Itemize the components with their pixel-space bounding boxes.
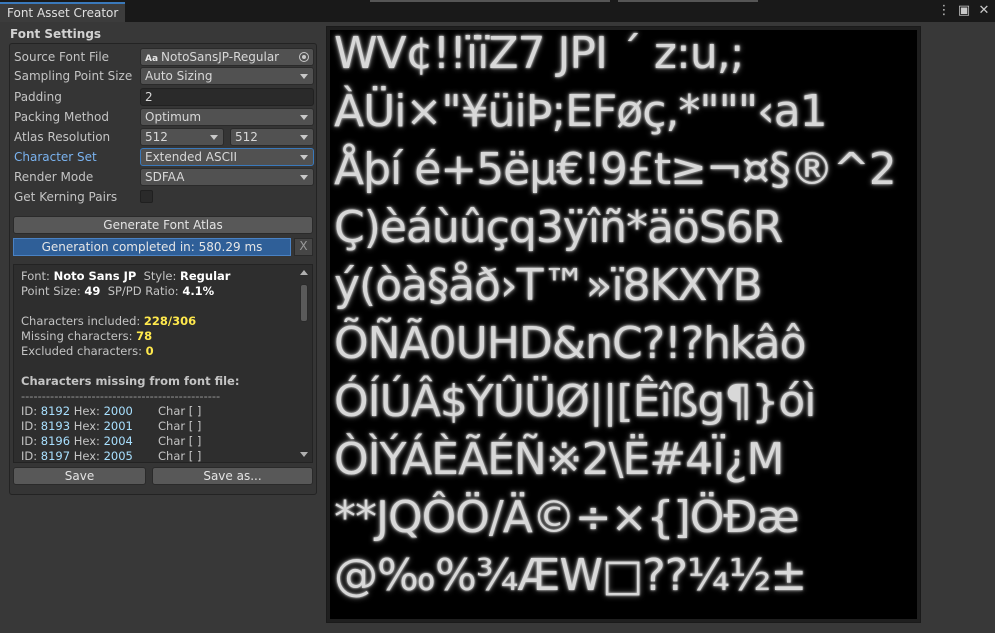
chevron-down-icon — [300, 175, 308, 180]
section-title-font-settings: Font Settings — [10, 27, 102, 41]
packing-method-value: Optimum — [145, 110, 202, 124]
save-as-button[interactable]: Save as... — [152, 467, 313, 485]
character-set-dropdown[interactable]: Extended ASCII — [140, 148, 314, 166]
render-mode-dropdown[interactable]: SDFAA — [140, 168, 314, 186]
tab-strip-indicator — [618, 0, 758, 2]
generation-progress-bar: Generation completed in: 580.29 ms — [13, 238, 291, 256]
padding-label: Padding — [14, 90, 62, 104]
row-sampling-point-size: Sampling Point Size Auto Sizing — [14, 67, 314, 85]
character-set-value: Extended ASCII — [145, 150, 238, 164]
scroll-up-icon[interactable] — [300, 270, 308, 275]
missing-row: ID: 8192 Hex: 2000 Char [ ] — [21, 404, 202, 418]
close-icon[interactable]: ✕ — [977, 3, 991, 19]
row-character-set: Character Set Extended ASCII — [14, 148, 314, 166]
atlas-height-value: 512 — [235, 130, 258, 144]
atlas-height-dropdown[interactable]: 512 — [230, 128, 314, 146]
sampling-point-size-value: Auto Sizing — [145, 69, 213, 83]
maximize-icon[interactable]: ▣ — [957, 3, 971, 19]
row-padding: Padding 2 — [14, 88, 314, 106]
packing-method-label: Packing Method — [14, 110, 109, 124]
atlas-glyph-row: ÓÍÚÂ$ÝÛÜØ||[Êîßg¶}óì — [334, 376, 816, 427]
font-asset-icon: Aa — [145, 54, 159, 64]
row-get-kerning-pairs: Get Kerning Pairs — [14, 188, 314, 206]
atlas-glyph-row: ý(òà§åð›T™»ï8KXYB — [334, 260, 763, 311]
missing-row: ID: 8193 Hex: 2001 Char [ ] — [21, 419, 202, 433]
atlas-glyph-row: Åþí é+5ëµ€!9£t≥¬¤§®^2 — [334, 144, 897, 195]
missing-characters-line: Missing characters: 78 — [21, 329, 153, 343]
source-font-file-field[interactable]: Aa NotoSansJP-Regular — [140, 48, 314, 66]
atlas-glyph-row: WV¢!!ïïZ7 JPI ´ z:u,; — [334, 30, 745, 79]
info-scrollbar[interactable] — [299, 268, 310, 459]
characters-included-line: Characters included: 228/306 — [21, 314, 197, 328]
more-vert-icon[interactable]: ⋮ — [937, 3, 951, 19]
atlas-glyph-row: ÀÜi×"¥üiÞ;EFøç,*"""‹a1 — [334, 86, 828, 137]
point-size-line: Point Size: 49 SP/PD Ratio: 4.1% — [21, 284, 215, 298]
atlas-glyph-row: @‰%¾ÆW□??¼½± — [334, 550, 807, 601]
font-atlas-preview: WV¢!!ïïZ7 JPI ´ z:u,; ÀÜi×"¥üiÞ;EFøç,*""… — [326, 26, 921, 623]
missing-title: Characters missing from font file: — [21, 374, 240, 388]
padding-value: 2 — [145, 90, 153, 104]
scroll-down-icon[interactable] — [300, 452, 308, 457]
font-info-line: Font: Noto Sans JP Style: Regular — [21, 269, 231, 283]
get-kerning-pairs-checkbox[interactable] — [140, 190, 153, 203]
atlas-glyph-row: **JQÔÖ/Ä©÷×{]ÖÐæ — [334, 492, 800, 543]
atlas-width-value: 512 — [145, 130, 168, 144]
chevron-down-icon — [300, 115, 308, 120]
chevron-down-icon — [300, 135, 308, 140]
row-atlas-resolution: Atlas Resolution 512 512 — [14, 128, 314, 146]
missing-row: ID: 8197 Hex: 2005 Char [ ] — [21, 449, 202, 463]
tab-font-asset-creator[interactable]: Font Asset Creator — [0, 2, 125, 22]
clear-progress-button[interactable]: X — [294, 238, 313, 256]
row-packing-method: Packing Method Optimum — [14, 108, 314, 126]
atlas-glyph-row: ÒÌÝÁÈÃÉÑ※2\Ë#4Ï¿M — [334, 434, 784, 485]
chevron-down-icon — [300, 155, 308, 160]
atlas-resolution-label: Atlas Resolution — [14, 130, 111, 144]
chevron-down-icon — [210, 135, 218, 140]
font-atlas-texture: WV¢!!ïïZ7 JPI ´ z:u,; ÀÜi×"¥üiÞ;EFøç,*""… — [330, 30, 917, 619]
atlas-glyph-row: Ç)èáùûçq3ÿîñ*äöS6R — [334, 202, 783, 253]
padding-input[interactable]: 2 — [140, 88, 314, 106]
chevron-down-icon — [300, 74, 308, 79]
source-font-file-value: NotoSansJP-Regular — [161, 50, 280, 64]
sampling-point-size-label: Sampling Point Size — [14, 69, 133, 83]
generation-progress-text: Generation completed in: 580.29 ms — [41, 240, 263, 254]
generate-font-atlas-button[interactable]: Generate Font Atlas — [13, 216, 313, 234]
character-set-label: Character Set — [14, 150, 97, 164]
row-render-mode: Render Mode SDFAA — [14, 168, 314, 186]
scrollbar-thumb[interactable] — [300, 284, 308, 322]
missing-row: ID: 8196 Hex: 2004 Char [ ] — [21, 434, 202, 448]
atlas-width-dropdown[interactable]: 512 — [140, 128, 224, 146]
window-tab-bar: Font Asset Creator ⋮ ▣ ✕ — [0, 0, 995, 22]
get-kerning-pairs-label: Get Kerning Pairs — [14, 190, 118, 204]
source-font-file-label: Source Font File — [14, 50, 110, 64]
font-info-box: Font: Noto Sans JP Style: Regular Point … — [13, 264, 313, 463]
excluded-characters-line: Excluded characters: 0 — [21, 344, 154, 358]
tab-strip-indicator — [370, 0, 610, 2]
object-picker-icon[interactable] — [299, 52, 309, 62]
packing-method-dropdown[interactable]: Optimum — [140, 108, 314, 126]
render-mode-label: Render Mode — [14, 170, 94, 184]
sampling-point-size-dropdown[interactable]: Auto Sizing — [140, 67, 314, 85]
atlas-glyph-row: ÕÑÃ0UHD&nC?!?hkâô — [334, 318, 807, 369]
row-source-font-file: Source Font File Aa NotoSansJP-Regular — [14, 48, 314, 66]
save-button[interactable]: Save — [13, 467, 146, 485]
render-mode-value: SDFAA — [145, 170, 185, 184]
separator-line: ----------------------------------------… — [21, 389, 221, 403]
